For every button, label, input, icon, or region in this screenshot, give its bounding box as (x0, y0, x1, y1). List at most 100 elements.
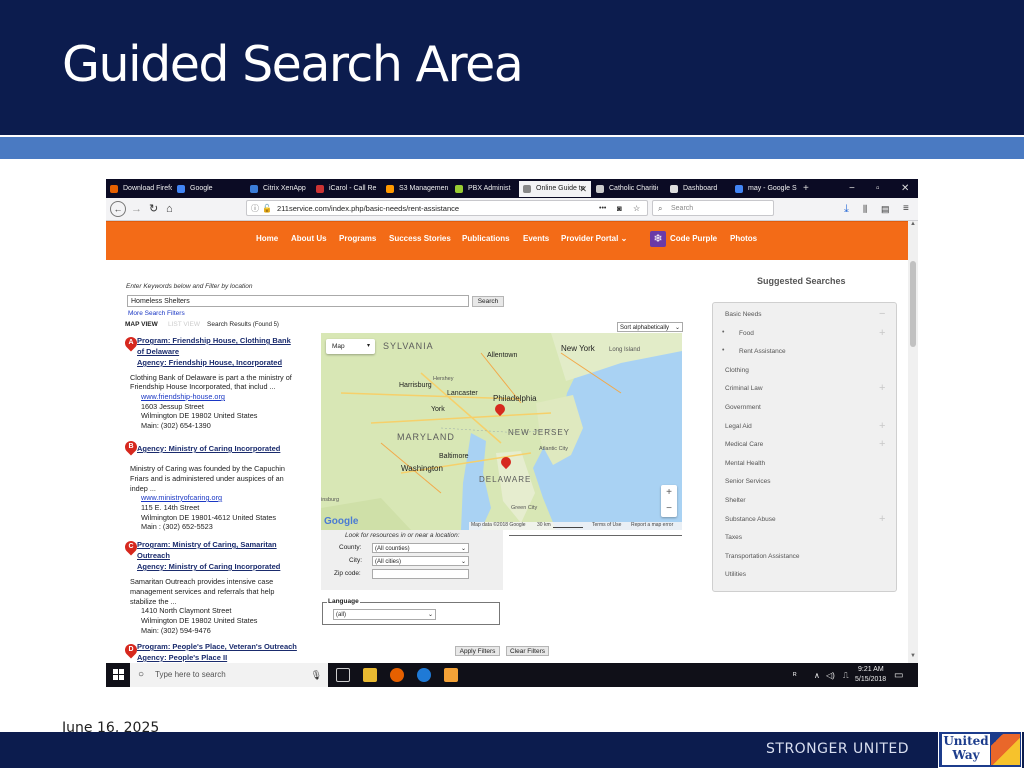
suggested-search-item[interactable]: Mental Health (725, 460, 765, 467)
result-agency-link[interactable]: Agency: People's Place II (137, 653, 227, 662)
forward-button[interactable]: → (131, 201, 142, 217)
nav-publications[interactable]: Publications (462, 234, 510, 243)
back-button[interactable]: ← (110, 201, 126, 217)
minimize-button[interactable]: − (849, 179, 855, 198)
suggested-search-item[interactable]: Substance Abuse (725, 516, 776, 523)
tab[interactable]: PBX Administ (451, 181, 517, 197)
suggested-search-item[interactable]: Medical Care (725, 441, 763, 448)
sidebar-icon[interactable]: ▤ (881, 201, 890, 217)
page-actions-icon[interactable]: ••• (599, 201, 606, 217)
pocket-icon[interactable]: ◙ (617, 201, 622, 217)
suggested-search-item[interactable]: Government (725, 404, 761, 411)
language-select[interactable]: (all) ⌄ (333, 609, 436, 620)
microphone-icon[interactable]: 🎙 (311, 663, 322, 687)
bookmark-star-icon[interactable]: ☆ (633, 201, 640, 217)
scroll-up-icon[interactable]: ▲ (910, 221, 916, 227)
city-select[interactable]: (All cities) ⌄ (372, 556, 469, 566)
nav-programs[interactable]: Programs (339, 234, 376, 243)
tab[interactable]: Online Guide to ✕ (519, 181, 591, 197)
county-select[interactable]: (All counties) ⌄ (372, 543, 469, 553)
windows-start-icon[interactable] (113, 669, 124, 680)
nav-about-us[interactable]: About Us (291, 234, 327, 243)
app-icon[interactable] (444, 668, 458, 682)
menu-icon[interactable]: ≡ (903, 201, 909, 217)
suggested-search-item[interactable]: Legal Aid (725, 423, 752, 430)
nav-home[interactable]: Home (256, 234, 278, 243)
suggested-search-item[interactable]: Taxes (725, 534, 742, 541)
results-map[interactable]: SYLVANIA Allentown New York Long Island … (321, 333, 682, 530)
nav-provider-portal[interactable]: Provider Portal ⌄ (561, 234, 627, 243)
suggested-search-item[interactable]: Basic Needs (725, 311, 762, 318)
volume-icon[interactable]: ◁) (826, 671, 835, 680)
suggested-search-item[interactable]: Transportation Assistance (725, 553, 800, 560)
result-program-link[interactable]: Outreach (137, 551, 170, 560)
result-program-link[interactable]: Program: Friendship House, Clothing Bank (137, 336, 291, 345)
expand-icon[interactable]: + (879, 513, 885, 524)
zip-input[interactable] (372, 569, 469, 579)
tab[interactable]: iCarol - Call Re (312, 181, 378, 197)
result-website-link[interactable]: www.ministryofcaring.org (141, 493, 222, 502)
result-website-link[interactable]: www.friendship-house.org (141, 392, 225, 401)
downloads-icon[interactable]: ⤓ (844, 201, 849, 217)
search-button[interactable]: Search (472, 296, 504, 307)
tab[interactable]: Dashboard (666, 181, 732, 197)
zoom-out-button[interactable]: − (661, 501, 677, 517)
nav-events[interactable]: Events (523, 234, 549, 243)
new-tab-button[interactable]: + (803, 179, 809, 198)
home-button[interactable]: ⌂ (166, 201, 173, 217)
apply-filters-button[interactable]: Apply Filters (455, 646, 500, 656)
expand-icon[interactable]: + (879, 383, 885, 394)
close-tab-icon[interactable]: ✕ (579, 181, 587, 197)
people-icon[interactable]: ᴿ (793, 671, 797, 680)
result-agency-link[interactable]: Agency: Friendship House, Incorporated (137, 358, 282, 367)
scroll-down-icon[interactable]: ▼ (910, 653, 916, 659)
keywords-input[interactable]: Homeless Shelters (127, 295, 469, 307)
info-icon[interactable]: ⓘ (251, 201, 259, 217)
clock-date[interactable]: 5/15/2018 (855, 676, 886, 683)
nav-photos[interactable]: Photos (730, 234, 757, 243)
result-program-link[interactable]: Program: People's Place, Veteran's Outre… (137, 642, 297, 651)
edge-icon[interactable] (417, 668, 431, 682)
more-search-filters-link[interactable]: More Search Filters (128, 310, 185, 317)
terms-link[interactable]: Terms of Use (592, 522, 621, 528)
tab[interactable]: Download Firefox (106, 181, 172, 197)
taskbar-search-input[interactable]: ○ Type here to search 🎙 (130, 663, 328, 687)
nav-success-stories[interactable]: Success Stories (389, 234, 451, 243)
scroll-thumb[interactable] (910, 261, 916, 347)
clock-time[interactable]: 9:21 AM (858, 666, 884, 673)
page-scrollbar[interactable]: ▲ ▼ (908, 221, 918, 663)
network-icon[interactable]: ⎍ (843, 671, 849, 681)
sort-select[interactable]: Sort alphabetically ⌄ (617, 322, 683, 332)
close-window-button[interactable]: ✕ (901, 179, 909, 198)
tab[interactable]: Citrix XenApp (246, 181, 312, 197)
tab[interactable]: Google (173, 181, 239, 197)
clear-filters-button[interactable]: Clear Filters (506, 646, 549, 656)
list-view-tab[interactable]: LIST VIEW (168, 321, 200, 328)
url-bar[interactable]: ⓘ 🔓 211service.com/index.php/basic-needs… (246, 200, 648, 216)
zoom-in-button[interactable]: + (661, 485, 677, 501)
map-type-select[interactable]: Map ▾ (326, 339, 375, 354)
suggested-search-item[interactable]: Clothing (725, 367, 749, 374)
library-icon[interactable]: ⫼ (863, 201, 867, 217)
suggested-search-item[interactable]: Utilities (725, 571, 746, 578)
report-error-link[interactable]: Report a map error (631, 522, 673, 528)
suggested-search-item[interactable]: Criminal Law (725, 385, 763, 392)
suggested-search-item[interactable]: Rent Assistance (739, 348, 786, 355)
nav-code-purple[interactable]: Code Purple (670, 234, 717, 243)
expand-icon[interactable]: + (879, 327, 885, 338)
result-program-link[interactable]: of Delaware (137, 347, 179, 356)
notifications-icon[interactable]: ▭ (894, 670, 903, 681)
result-agency-link[interactable]: Agency: Ministry of Caring Incorporated (137, 562, 280, 571)
insecure-lock-icon[interactable]: 🔓 (262, 201, 272, 217)
result-agency-link[interactable]: Agency: Ministry of Caring Incorporated (137, 444, 280, 453)
map-view-tab[interactable]: MAP VIEW (125, 321, 158, 328)
tray-chevron-icon[interactable]: ∧ (814, 671, 820, 680)
tab[interactable]: may - Google S (731, 181, 798, 197)
browser-search-input[interactable]: ⌕ Search (652, 200, 774, 216)
suggested-search-item[interactable]: Food (739, 330, 754, 337)
expand-icon[interactable]: + (879, 420, 885, 431)
maximize-button[interactable]: ▫ (876, 179, 880, 198)
task-view-icon[interactable] (336, 668, 350, 682)
tab[interactable]: Catholic Charities (592, 181, 658, 197)
file-explorer-icon[interactable] (363, 668, 377, 682)
